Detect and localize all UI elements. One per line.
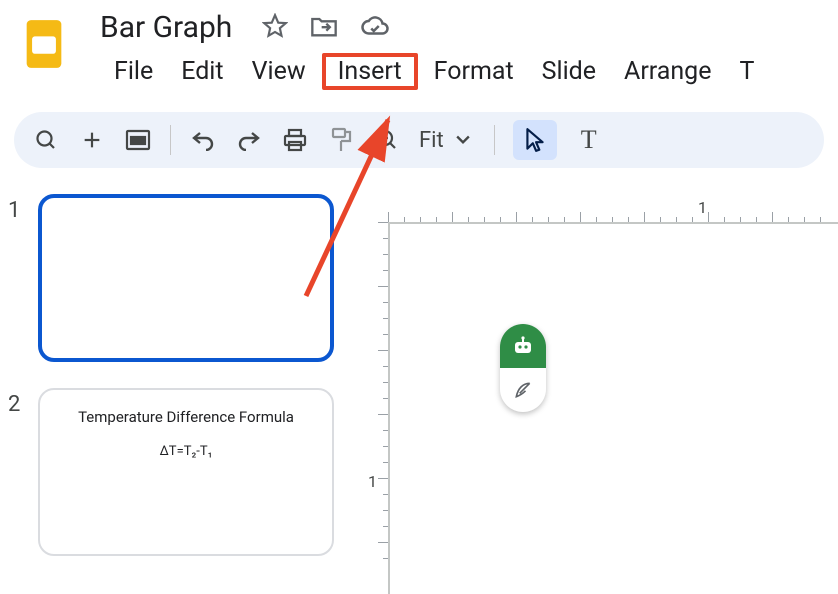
header: Bar Graph File Edit View Insert Format S… bbox=[0, 0, 838, 90]
new-slide-icon[interactable] bbox=[78, 126, 106, 154]
layout-icon[interactable] bbox=[124, 126, 152, 154]
menu-insert[interactable]: Insert bbox=[322, 53, 418, 90]
print-icon[interactable] bbox=[281, 126, 309, 154]
redo-icon[interactable] bbox=[235, 126, 263, 154]
menu-format[interactable]: Format bbox=[420, 53, 528, 90]
ruler-v-label: 1 bbox=[368, 472, 377, 491]
menu-arrange[interactable]: Arrange bbox=[610, 53, 725, 90]
thumb-number: 1 bbox=[8, 194, 38, 223]
thumb-number: 2 bbox=[8, 388, 38, 417]
ruler-vertical[interactable]: 1 bbox=[364, 222, 388, 594]
assistant-pill[interactable] bbox=[500, 324, 546, 412]
workspace: 1 2 Temperature Difference Formula ΔT=T₂… bbox=[0, 194, 838, 594]
menu-more[interactable]: T bbox=[725, 53, 754, 90]
document-title[interactable]: Bar Graph bbox=[100, 10, 232, 45]
undo-icon[interactable] bbox=[189, 126, 217, 154]
zoom-icon[interactable] bbox=[373, 126, 401, 154]
zoom-fit-dropdown[interactable]: Fit bbox=[419, 128, 470, 153]
canvas-area: 1 1 bbox=[360, 194, 838, 594]
menu-file[interactable]: File bbox=[100, 53, 167, 90]
feather-icon bbox=[500, 368, 546, 412]
slide2-title: Temperature Difference Formula bbox=[62, 408, 310, 426]
thumbnail-panel: 1 2 Temperature Difference Formula ΔT=T₂… bbox=[0, 194, 360, 594]
select-tool[interactable] bbox=[513, 120, 557, 160]
slide-thumbnail-2[interactable]: Temperature Difference Formula ΔT=T₂-T₁ bbox=[38, 388, 334, 556]
move-folder-icon[interactable] bbox=[310, 14, 338, 42]
search-icon[interactable] bbox=[32, 126, 60, 154]
paint-format-icon[interactable] bbox=[327, 126, 355, 154]
star-icon[interactable] bbox=[262, 13, 288, 43]
cloud-saved-icon[interactable] bbox=[360, 14, 390, 42]
separator bbox=[170, 125, 171, 155]
slide2-formula: ΔT=T₂-T₁ bbox=[62, 444, 310, 459]
menu-view[interactable]: View bbox=[238, 53, 320, 90]
ruler-horizontal[interactable]: 1 bbox=[388, 198, 838, 222]
zoom-fit-label: Fit bbox=[419, 128, 444, 153]
slides-logo[interactable] bbox=[18, 18, 70, 70]
text-tool-icon[interactable]: T bbox=[575, 126, 603, 154]
menu-edit[interactable]: Edit bbox=[167, 53, 237, 90]
slide-thumbnail-1[interactable] bbox=[38, 194, 334, 362]
bot-icon bbox=[500, 324, 546, 368]
slide-canvas[interactable] bbox=[388, 222, 838, 594]
menu-bar: File Edit View Insert Format Slide Arran… bbox=[100, 53, 754, 90]
ruler-h-label: 1 bbox=[698, 198, 707, 217]
chevron-down-icon bbox=[456, 133, 470, 147]
separator bbox=[494, 125, 495, 155]
menu-slide[interactable]: Slide bbox=[528, 53, 610, 90]
toolbar: Fit T bbox=[14, 112, 824, 168]
